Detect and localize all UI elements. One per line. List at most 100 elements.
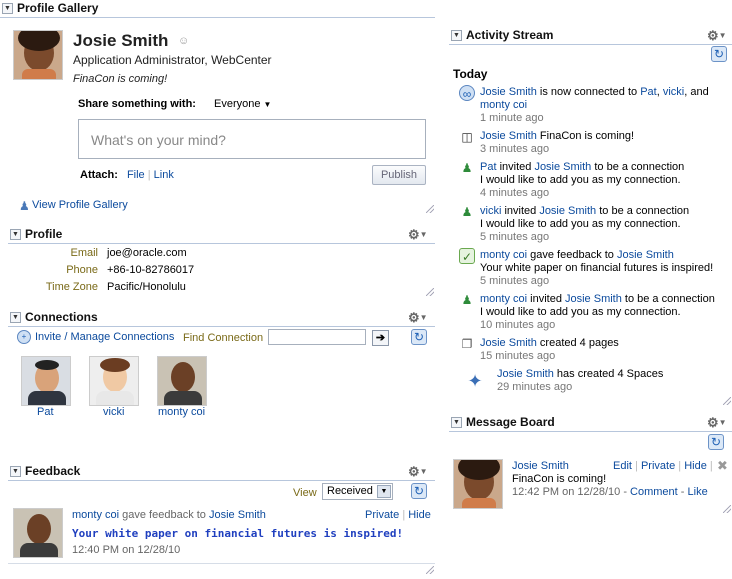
actor-link[interactable]: monty coi [480,293,527,305]
chevron-down-icon[interactable]: ▼ [451,417,462,428]
find-connection-label: Find Connection [183,332,264,344]
profile-status: FinaCon is coming! [73,73,168,85]
gear-icon[interactable]: ⚙▼ [408,227,430,242]
invite-icon: ♟ [461,161,473,175]
activity-detail: I would like to add you as my connection… [480,306,681,318]
connection-name[interactable]: vicki [103,406,124,418]
edit-link[interactable]: Edit [613,460,632,472]
invite-icon: + [17,330,31,344]
activity-time: 3 minutes ago [480,143,550,155]
chevron-down-icon: ▼ [377,485,391,498]
feedback-to-link[interactable]: Josie Smith [209,509,266,521]
refresh-icon[interactable]: ↻ [411,329,427,345]
chevron-down-icon[interactable]: ▼ [451,30,462,41]
resize-grip-icon[interactable] [723,397,731,405]
presence-icon: ☺ [178,35,190,47]
feedback-icon: ✓ [459,248,475,264]
like-link[interactable]: Like [688,486,708,498]
gear-icon[interactable]: ⚙▼ [707,415,729,430]
connection-name[interactable]: Pat [37,406,54,418]
activity-stream-header: ▼ Activity Stream ⚙▼ [449,27,732,45]
actor-link[interactable]: monty coi [480,249,527,261]
target-link[interactable]: Josie Smith [565,293,622,305]
view-label: View [293,487,317,499]
target-link[interactable]: Josie Smith [534,161,591,173]
avatar [157,356,207,406]
profile-gallery-header: ▼ Profile Gallery [0,0,435,18]
hide-link[interactable]: Hide [408,509,431,521]
profile-row-value: +86-10-82786017 [107,264,195,276]
feedback-verb: gave feedback to [122,509,206,521]
target-link[interactable]: monty coi [480,99,527,111]
message-author-link[interactable]: Josie Smith [512,460,569,472]
gear-icon[interactable]: ⚙▼ [707,28,729,43]
resize-grip-icon[interactable] [426,205,434,213]
find-connection-input[interactable] [268,329,366,345]
pages-icon: ❐ [461,337,473,351]
hide-link[interactable]: Hide [684,460,707,472]
view-profile-gallery-link[interactable]: View Profile Gallery [32,199,128,211]
attach-link-link[interactable]: Link [154,169,174,181]
attach-file-link[interactable]: File [127,169,145,181]
share-target-value: Everyone [214,98,261,110]
arrow-right-icon[interactable]: ➔ [372,330,389,346]
chevron-down-icon[interactable]: ▼ [10,312,21,323]
status-placeholder: What's on your mind? [91,132,226,148]
actor-link[interactable]: Pat [480,161,497,173]
private-link[interactable]: Private [641,460,675,472]
avatar [21,356,71,406]
actor-link[interactable]: Josie Smith [480,337,537,349]
feedback-header: ▼ Feedback ⚙▼ [8,463,435,481]
activity-time: 15 minutes ago [480,350,556,362]
resize-grip-icon[interactable] [426,566,434,574]
status-update-icon: ◫ [461,130,473,144]
comment-link[interactable]: Comment [630,486,678,498]
activity-time: 5 minutes ago [480,231,550,243]
delete-icon[interactable]: ✖ [717,458,728,474]
private-link[interactable]: Private [365,509,399,521]
invite-manage-connections-link[interactable]: Invite / Manage Connections [35,331,174,343]
activity-time: 10 minutes ago [480,319,556,331]
profile-name: Josie Smith [73,31,169,50]
refresh-icon[interactable]: ↻ [411,483,427,499]
refresh-icon[interactable]: ↻ [711,46,727,62]
refresh-icon[interactable]: ↻ [708,434,724,450]
activity-time: 29 minutes ago [497,381,573,393]
status-textarea[interactable]: What's on your mind? [78,119,426,159]
target-link[interactable]: Josie Smith [617,249,674,261]
connection-name[interactable]: monty coi [158,406,205,418]
section-title: Activity Stream [466,28,554,42]
feedback-time: 12:40 PM on 12/28/10 [72,544,181,556]
target-link[interactable]: Josie Smith [539,205,596,217]
feedback-from-link[interactable]: monty coi [72,509,119,521]
actor-link[interactable]: vicki [480,205,501,217]
resize-grip-icon[interactable] [426,288,434,296]
activity-time: 4 minutes ago [480,187,550,199]
target-link[interactable]: Pat [640,86,657,98]
chevron-down-icon[interactable]: ▼ [10,229,21,240]
attach-label: Attach: [80,169,118,181]
chevron-down-icon[interactable]: ▼ [2,3,13,14]
chevron-down-icon: ▼ [263,100,272,109]
view-select[interactable]: Received ▼ [322,483,393,500]
profile-row-label: Time Zone [45,281,98,293]
actor-link[interactable]: Josie Smith [480,130,537,142]
profile-header: ▼ Profile ⚙▼ [8,226,435,244]
feedback-message: Your white paper on financial futures is… [72,527,404,540]
spaces-icon: ✦ [467,371,483,391]
share-target-select[interactable]: Everyone ▼ [214,98,271,110]
view-select-value: Received [327,485,373,497]
person-icon: ♟ [19,199,30,213]
section-title: Profile [25,227,63,241]
gear-icon[interactable]: ⚙▼ [408,310,430,325]
publish-button[interactable]: Publish [372,165,426,185]
resize-grip-icon[interactable] [723,505,731,513]
profile-row-label: Phone [66,264,98,276]
connection-icon: ∞ [459,85,475,101]
target-link[interactable]: vicki [663,86,684,98]
avatar [89,356,139,406]
actor-link[interactable]: Josie Smith [497,368,554,380]
actor-link[interactable]: Josie Smith [480,86,537,98]
chevron-down-icon[interactable]: ▼ [10,466,21,477]
gear-icon[interactable]: ⚙▼ [408,464,430,479]
